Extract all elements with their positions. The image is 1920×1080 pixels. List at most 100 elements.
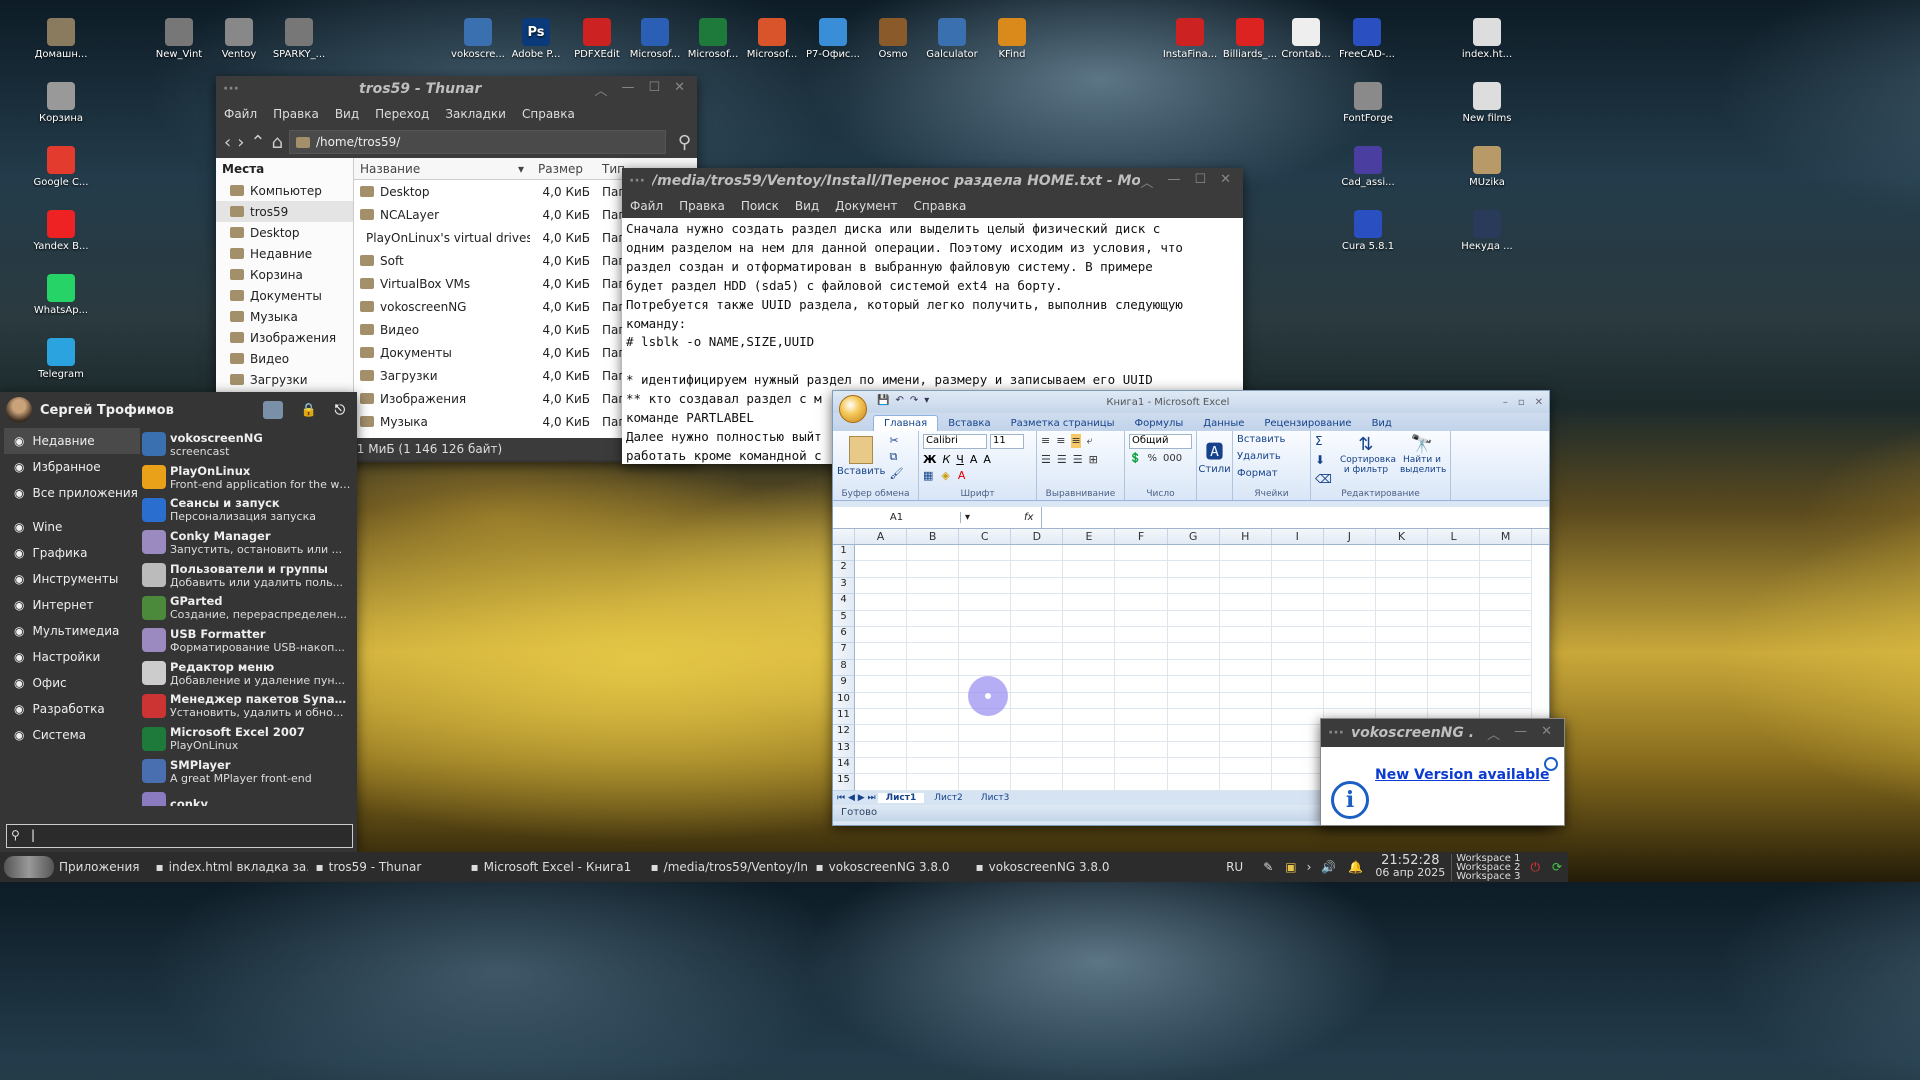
category-item[interactable]: ◉ Инструменты xyxy=(4,566,140,592)
ribbon-tab[interactable]: Данные xyxy=(1193,416,1254,431)
desktop-icon[interactable]: Cad_assi... xyxy=(1333,146,1403,188)
cell[interactable] xyxy=(907,643,960,660)
column-header[interactable]: D xyxy=(1011,529,1064,544)
excel-titlebar[interactable]: 💾 ↶ ↷ ▾ Книга1 - Microsoft Excel – ▫ ✕ xyxy=(833,391,1549,423)
cell[interactable] xyxy=(1011,741,1064,759)
cell[interactable] xyxy=(1375,676,1429,693)
place-item[interactable]: Недавние xyxy=(216,243,353,264)
applications-button[interactable]: Приложения xyxy=(0,856,148,878)
cell[interactable] xyxy=(1115,594,1168,611)
desktop-icon[interactable]: WhatsAp... xyxy=(26,274,96,316)
underline-button[interactable]: Ч xyxy=(956,453,964,466)
sheet-tab[interactable]: Лист3 xyxy=(973,793,1018,803)
cell[interactable] xyxy=(1063,626,1116,644)
row-header[interactable]: 5 xyxy=(833,610,855,627)
sort-filter-button[interactable]: ⇅ Сортировка и фильтр xyxy=(1340,434,1396,497)
place-item[interactable]: Изображения xyxy=(216,327,353,348)
tray-expand-icon[interactable]: › xyxy=(1303,860,1316,874)
cell[interactable] xyxy=(1271,561,1324,578)
cell[interactable] xyxy=(1271,708,1324,726)
row-header[interactable]: 15 xyxy=(833,774,855,791)
column-header[interactable]: L xyxy=(1428,529,1481,544)
ribbon-tab[interactable]: Вид xyxy=(1362,416,1402,431)
cell[interactable] xyxy=(1219,676,1272,693)
cell[interactable] xyxy=(907,610,960,627)
cell[interactable] xyxy=(1271,758,1324,775)
cell[interactable] xyxy=(907,577,960,595)
cell[interactable] xyxy=(1323,659,1376,677)
close-icon[interactable]: ✕ xyxy=(674,80,685,99)
editor-titlebar[interactable]: ··· /media/tros59/Ventoy/Install/Перенос… xyxy=(622,168,1243,194)
row-header[interactable]: 12 xyxy=(833,725,855,742)
cell[interactable] xyxy=(907,725,960,742)
category-item[interactable]: ◉ Избранное xyxy=(4,454,140,480)
merge-icon[interactable]: ⊞ xyxy=(1089,453,1098,466)
column-header[interactable]: I xyxy=(1272,529,1324,544)
cell[interactable] xyxy=(1063,692,1116,709)
cell[interactable] xyxy=(959,610,1012,627)
close-icon[interactable]: ✕ xyxy=(1541,724,1552,743)
save-icon[interactable]: 💾 xyxy=(877,395,889,406)
minimize-icon[interactable]: — xyxy=(1514,724,1527,743)
app-item[interactable]: Редактор меню Добавление и удаление пун..… xyxy=(142,657,354,690)
cell[interactable] xyxy=(1011,774,1064,791)
column-header[interactable]: M xyxy=(1480,529,1533,544)
place-item[interactable]: Desktop xyxy=(216,222,353,243)
cell[interactable] xyxy=(1480,610,1533,627)
cell[interactable] xyxy=(1271,725,1324,742)
cell[interactable] xyxy=(1271,577,1324,595)
menu-item[interactable]: Поиск xyxy=(733,199,787,213)
cell[interactable] xyxy=(1480,643,1533,660)
font-size-select[interactable]: 11 xyxy=(990,434,1024,449)
cell[interactable] xyxy=(1375,577,1429,595)
find-select-button[interactable]: 🔭 Найти и выделить xyxy=(1400,434,1446,497)
place-item[interactable]: Загрузки xyxy=(216,369,353,390)
cell[interactable] xyxy=(1323,545,1376,562)
cell[interactable] xyxy=(1167,594,1220,611)
font-color-icon[interactable]: A xyxy=(958,469,966,482)
app-item[interactable]: USB Formatter Форматирование USB-накоп... xyxy=(142,624,354,657)
cell[interactable] xyxy=(1167,659,1220,677)
ribbon-tab[interactable]: Разметка страницы xyxy=(1001,416,1125,431)
cell[interactable] xyxy=(1167,708,1220,726)
cell[interactable] xyxy=(1011,594,1064,611)
cell[interactable] xyxy=(1115,708,1168,726)
cell[interactable] xyxy=(855,676,908,693)
network-icon[interactable]: ⟳ xyxy=(1546,860,1568,874)
cell[interactable] xyxy=(959,643,1012,660)
app-item[interactable]: conky xyxy=(142,788,354,806)
insert-function-icon[interactable]: fx xyxy=(974,512,1041,523)
select-all-corner[interactable] xyxy=(833,529,855,544)
cell[interactable] xyxy=(1480,545,1533,562)
cell[interactable] xyxy=(855,758,908,775)
app-item[interactable]: PlayOnLinux Front-end application for the… xyxy=(142,461,354,494)
menu-item[interactable]: Правка xyxy=(671,199,733,213)
search-input[interactable]: ⚲ | xyxy=(6,824,353,848)
cell[interactable] xyxy=(855,561,908,578)
app-item[interactable]: Microsoft Excel 2007 PlayOnLinux xyxy=(142,722,354,755)
category-item[interactable]: ◉ Настройки xyxy=(4,644,140,670)
redo-icon[interactable]: ↷ xyxy=(910,395,918,406)
cell[interactable] xyxy=(1219,561,1272,578)
cell[interactable] xyxy=(1271,626,1324,644)
cell[interactable] xyxy=(1167,692,1220,709)
window-menu-icon[interactable]: ··· xyxy=(216,81,246,97)
cell[interactable] xyxy=(1219,774,1272,791)
cell[interactable] xyxy=(1428,545,1481,562)
cell[interactable] xyxy=(1480,561,1533,578)
desktop-icon[interactable]: Telegram xyxy=(26,338,96,380)
sheet-tab[interactable]: Лист1 xyxy=(877,792,925,803)
align-middle-icon[interactable]: ≡ xyxy=(1056,434,1065,448)
cell[interactable] xyxy=(1428,594,1481,611)
column-header[interactable]: K xyxy=(1376,529,1429,544)
desktop-icon[interactable]: Yandex B... xyxy=(26,210,96,252)
undo-icon[interactable]: ↶ xyxy=(895,395,903,406)
home-icon[interactable]: ⌂ xyxy=(272,132,283,153)
cell[interactable] xyxy=(1271,610,1324,627)
cell[interactable] xyxy=(1271,676,1324,693)
fill-icon[interactable]: ⬇ xyxy=(1315,453,1332,467)
sheet-nav-icon[interactable]: ⏮ ◀ ▶ ⏭ xyxy=(837,793,876,803)
minimize-icon[interactable]: – xyxy=(1503,397,1508,408)
close-icon[interactable]: ✕ xyxy=(1535,397,1543,408)
category-item[interactable]: ◉ Мультимедиа xyxy=(4,618,140,644)
